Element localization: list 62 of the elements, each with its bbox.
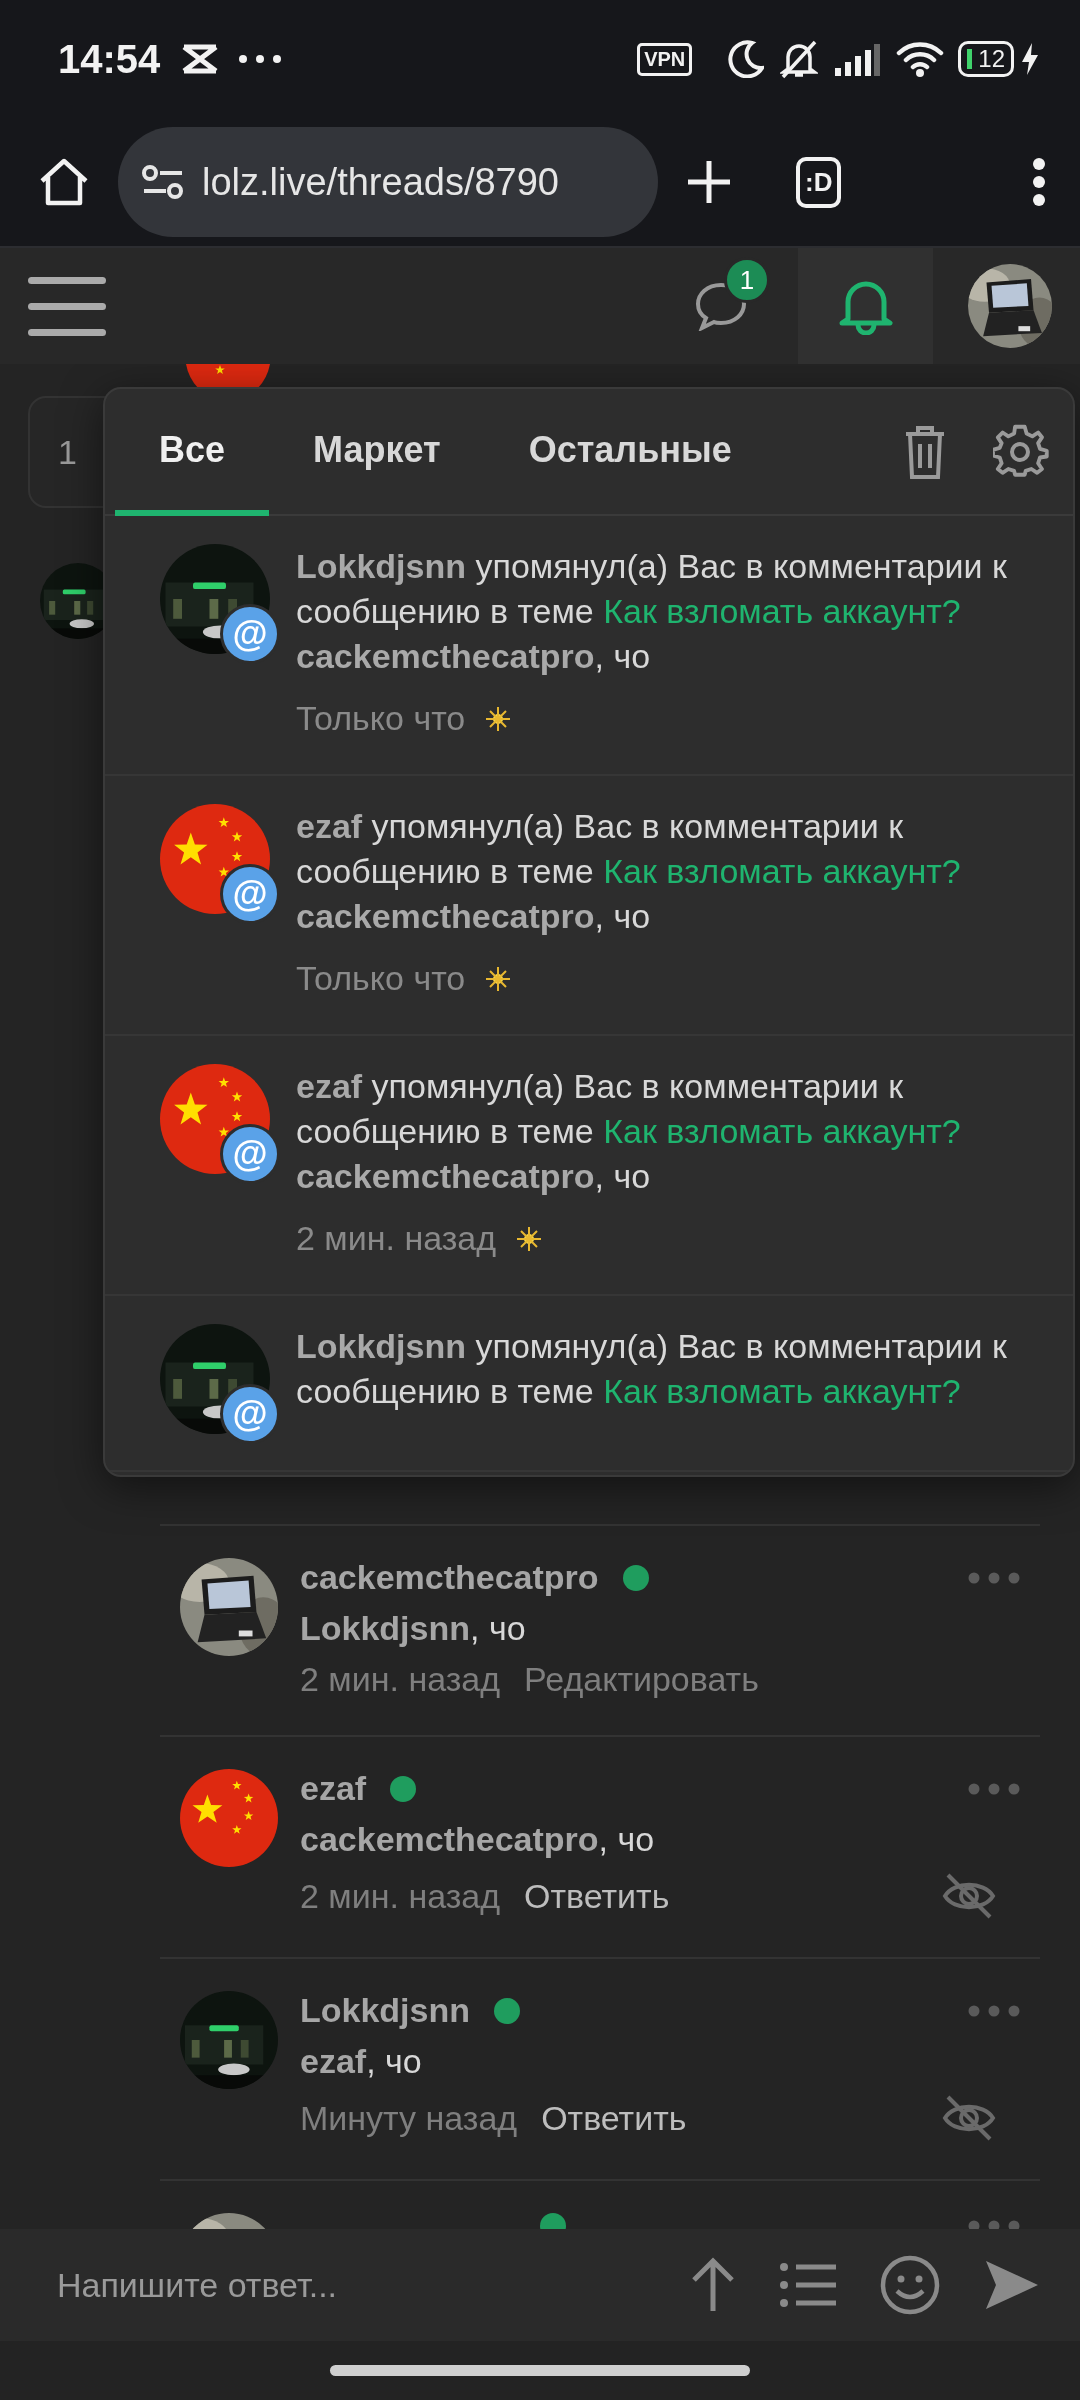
wifi-icon	[896, 41, 945, 77]
more-icon	[238, 54, 283, 64]
send-icon[interactable]	[984, 2259, 1040, 2311]
notification-text: Lokkdjsnn упомянул(а) Вас в комментарии к сообщению в теме Как взломать аккаунт?	[296, 1326, 1008, 1412]
emoji-icon[interactable]	[880, 2255, 940, 2315]
reply-link[interactable]: Ответить	[524, 1876, 670, 1916]
arrow-up-icon[interactable]	[690, 2257, 736, 2313]
plus-icon[interactable]	[686, 159, 732, 205]
hidden-eye-icon[interactable]	[942, 2093, 996, 2143]
tab[interactable]: Остальные	[484, 389, 776, 516]
clock: 14:54	[58, 36, 161, 82]
username[interactable]: ezaf	[300, 1769, 367, 1808]
comment-text: cackemcthecatpro, чо	[300, 1820, 656, 1859]
thread-link[interactable]: Как взломать аккаунт?	[603, 852, 961, 890]
comment-quote: cackemcthecatpro, чо	[296, 896, 652, 937]
timestamp: 2 мин. назад	[300, 1660, 501, 1699]
signal-icon	[834, 42, 881, 76]
username[interactable]: cackemcthecatpro	[300, 1558, 599, 1597]
mention-badge: @	[220, 1124, 280, 1184]
page-number[interactable]: 1	[58, 432, 77, 472]
timestamp: 2 мин. назад	[300, 1876, 501, 1916]
thread-link[interactable]: Как взломать аккаунт?	[603, 1112, 961, 1150]
comment-text: Lokkdjsnn, чо	[300, 1609, 527, 1648]
timestamp: Минуту назад	[300, 2098, 518, 2138]
menu-icon[interactable]	[28, 275, 106, 337]
timestamp: 2 мин. назад	[296, 1219, 497, 1258]
timestamp: Только что	[296, 959, 466, 998]
more-icon[interactable]	[1032, 157, 1046, 207]
tab[interactable]: Маркет	[269, 389, 485, 516]
mention-badge: @	[220, 604, 280, 664]
vpn-indicator: VPN	[637, 42, 693, 76]
notifications-button[interactable]	[798, 248, 933, 364]
edit-link[interactable]: Редактировать	[524, 1660, 759, 1699]
notification-text: ezaf упомянул(а) Вас в комментарии к сообщению в теме Как взломать аккаунт?	[296, 1066, 962, 1152]
settings-icon[interactable]	[993, 423, 1049, 480]
thread-link[interactable]: Как взломать аккаунт?	[603, 592, 961, 630]
username[interactable]: Lokkdjsnn	[300, 1991, 471, 2030]
list-icon[interactable]	[780, 2262, 836, 2308]
mention-badge: @	[220, 1384, 280, 1444]
comment-quote: cackemcthecatpro, чо	[296, 1156, 652, 1197]
hidden-eye-icon[interactable]	[942, 1871, 996, 1921]
site-settings-icon	[142, 165, 184, 199]
mention-badge: @	[220, 864, 280, 924]
muted-bell-icon	[780, 39, 819, 79]
comment-text: ezaf, чо	[300, 2042, 423, 2081]
sparkle-icon	[485, 705, 512, 732]
moon-icon	[728, 40, 765, 78]
battery-indicator: 12	[958, 41, 1014, 77]
sparkle-icon	[485, 965, 512, 992]
address-bar[interactable]: lolz.live/threads/8790	[118, 127, 658, 237]
reply-link[interactable]: Ответить	[541, 2098, 687, 2138]
notification-text: Lokkdjsnn упомянул(а) Вас в комментарии к сообщению в теме Как взломать аккаунт?	[296, 546, 1008, 632]
trash-icon[interactable]	[903, 423, 947, 480]
sparkle-icon	[516, 1225, 543, 1252]
unread-badge: 1	[724, 257, 770, 303]
timestamp: Только что	[296, 699, 466, 738]
home-icon[interactable]	[38, 157, 90, 207]
tab[interactable]: Все	[115, 389, 270, 516]
comment-quote: cackemcthecatpro, чо	[296, 636, 652, 677]
notification-text: ezaf упомянул(а) Вас в комментарии к сообщению в теме Как взломать аккаунт?	[296, 806, 962, 892]
tab-switcher-button[interactable]: :D	[796, 156, 842, 208]
thread-link[interactable]: Как взломать аккаунт?	[603, 1372, 961, 1410]
